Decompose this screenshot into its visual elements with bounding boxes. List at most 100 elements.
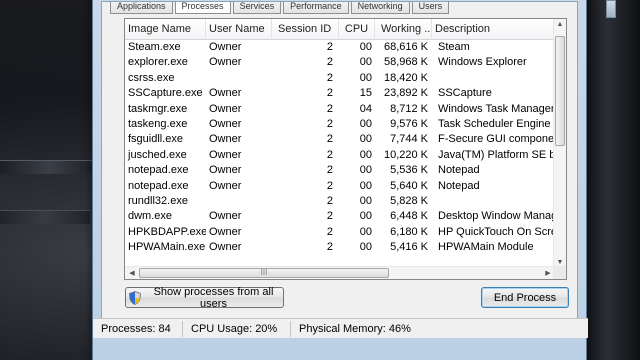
process-cpu: 00 — [359, 148, 372, 161]
process-cpu: 00 — [359, 133, 372, 146]
process-working-set: 58,968 K — [383, 56, 428, 69]
process-user-name: Owner — [209, 102, 242, 115]
process-working-set: 9,576 K — [390, 117, 428, 130]
desktop-decoration — [0, 160, 100, 174]
process-image-name: jusched.exe — [128, 148, 187, 161]
tab-applications[interactable]: Applications — [110, 2, 173, 14]
process-working-set: 10,220 K — [383, 148, 428, 161]
process-user-name: Owner — [209, 179, 242, 192]
process-session-id: 2 — [326, 148, 333, 161]
process-session-id: 2 — [326, 179, 333, 192]
process-session-id: 2 — [326, 164, 333, 177]
process-cpu: 00 — [359, 210, 372, 223]
tab-processes[interactable]: Processes — [174, 2, 231, 14]
process-description: Desktop Window Manager — [438, 210, 555, 223]
process-user-name — [206, 71, 272, 86]
table-row[interactable]: explorer.exe Owner 2 00 58,968 K Windows Expl… — [125, 55, 555, 70]
process-cpu: 00 — [359, 117, 372, 130]
process-working-set: 5,416 K — [390, 241, 428, 254]
show-all-processes-button[interactable]: Show processes from all users — [125, 285, 284, 310]
scroll-down-icon[interactable]: ▼ — [554, 259, 566, 266]
process-session-id: 2 — [326, 102, 333, 115]
process-image-name: rundll32.exe — [128, 194, 188, 207]
column-header-description[interactable]: Description — [432, 19, 555, 40]
status-bar: Processes: 84 CPU Usage: 20% Physical Me… — [93, 318, 588, 338]
process-user-name: Owner — [209, 41, 242, 53]
scroll-left-icon[interactable]: ◀ — [126, 269, 138, 277]
horizontal-scroll-thumb[interactable]: III — [139, 268, 389, 278]
process-cpu: 04 — [359, 102, 372, 115]
tab-networking[interactable]: Networking — [350, 2, 410, 14]
process-user-name: Owner — [209, 148, 242, 161]
process-user-name — [206, 194, 272, 209]
end-process-button[interactable]: End Process — [481, 287, 569, 308]
processes-tab-panel: Applications Processes Services Performa… — [101, 1, 578, 337]
table-row[interactable]: SSCapture.exe Owner 2 15 23,892 K SSCapture — [125, 86, 555, 101]
process-description: Steam — [438, 41, 470, 53]
uac-shield-icon — [129, 290, 141, 305]
column-header-image-name[interactable]: Image Name — [125, 19, 206, 40]
tab-users[interactable]: Users — [411, 2, 450, 14]
desktop-decoration — [585, 0, 640, 360]
process-session-id: 2 — [326, 87, 333, 100]
process-session-id: 2 — [326, 56, 333, 69]
process-description: Windows Explorer — [438, 56, 527, 69]
table-row[interactable]: Steam.exe Owner 2 00 68,616 K Steam — [125, 40, 555, 55]
process-description: Notepad — [438, 164, 480, 177]
process-description — [432, 71, 555, 86]
process-image-name: SSCapture.exe — [128, 87, 203, 100]
table-row[interactable]: notepad.exe Owner 2 00 5,640 K Notepad — [125, 179, 555, 194]
horizontal-scrollbar[interactable]: ◀ III ▶ — [125, 266, 555, 279]
process-session-id: 2 — [326, 194, 333, 207]
table-row[interactable]: notepad.exe Owner 2 00 5,536 K Notepad — [125, 163, 555, 178]
desktop-decoration — [606, 0, 616, 18]
process-user-name: Owner — [209, 87, 242, 100]
scrollbar-corner — [553, 266, 566, 279]
process-description: SSCapture — [438, 87, 492, 100]
process-description: HP QuickTouch On Screen D — [438, 225, 555, 238]
process-session-id: 2 — [326, 210, 333, 223]
table-row[interactable]: dwm.exe Owner 2 00 6,448 K Desktop Window Man… — [125, 209, 555, 224]
process-cpu: 00 — [359, 56, 372, 69]
scroll-up-icon[interactable]: ▲ — [554, 21, 566, 28]
process-user-name: Owner — [209, 56, 242, 69]
column-header-user-name[interactable]: User Name — [206, 19, 272, 40]
process-rows: Steam.exe Owner 2 00 68,616 K Steam explorer.e… — [125, 40, 555, 255]
process-working-set: 5,536 K — [390, 164, 428, 177]
process-list[interactable]: Image Name User Name Session ID CPU Work… — [124, 18, 567, 280]
process-image-name: Steam.exe — [128, 41, 181, 53]
process-working-set: 5,828 K — [390, 194, 428, 207]
table-row[interactable]: HPWAMain.exe Owner 2 00 5,416 K HPWAMain Modu… — [125, 240, 555, 255]
vertical-scrollbar[interactable]: ▲ ▼ — [553, 19, 566, 268]
process-cpu: 00 — [359, 194, 372, 207]
table-row[interactable]: taskeng.exe Owner 2 00 9,576 K Task Scheduler… — [125, 117, 555, 132]
table-row[interactable]: jusched.exe Owner 2 00 10,220 K Java(TM) Plat… — [125, 148, 555, 163]
tab-strip: Applications Processes Services Performa… — [110, 2, 451, 14]
process-image-name: taskmgr.exe — [128, 102, 188, 115]
process-cpu: 00 — [359, 225, 372, 238]
table-row[interactable]: csrss.exe 2 00 18,420 K — [125, 71, 555, 86]
tab-performance[interactable]: Performance — [283, 2, 349, 14]
column-header-session-id[interactable]: Session ID — [272, 19, 339, 40]
show-all-processes-label: Show processes from all users — [153, 285, 274, 310]
column-header-cpu[interactable]: CPU — [339, 19, 375, 40]
vertical-scroll-thumb[interactable] — [555, 36, 565, 146]
process-working-set: 23,892 K — [383, 87, 428, 100]
table-row[interactable]: fsguidll.exe Owner 2 00 7,744 K F-Secure GUI … — [125, 132, 555, 147]
tab-services[interactable]: Services — [232, 2, 282, 14]
process-user-name: Owner — [209, 241, 242, 254]
process-description: Java(TM) Platform SE binar — [438, 148, 555, 161]
process-cpu: 00 — [359, 164, 372, 177]
process-cpu: 15 — [359, 87, 372, 100]
table-row[interactable]: HPKBDAPP.exe Owner 2 00 6,180 K HP QuickTouch… — [125, 225, 555, 240]
process-cpu: 00 — [359, 71, 372, 84]
column-header-working-set[interactable]: Working ... — [375, 19, 432, 40]
process-image-name: explorer.exe — [128, 56, 188, 69]
process-image-name: dwm.exe — [128, 210, 173, 223]
process-working-set: 6,180 K — [390, 225, 428, 238]
desktop-decoration — [0, 210, 90, 224]
column-header-row: Image Name User Name Session ID CPU Work… — [125, 19, 555, 40]
process-session-id: 2 — [326, 225, 333, 238]
table-row[interactable]: rundll32.exe 2 00 5,828 K — [125, 194, 555, 209]
table-row[interactable]: taskmgr.exe Owner 2 04 8,712 K Windows Task M… — [125, 102, 555, 117]
